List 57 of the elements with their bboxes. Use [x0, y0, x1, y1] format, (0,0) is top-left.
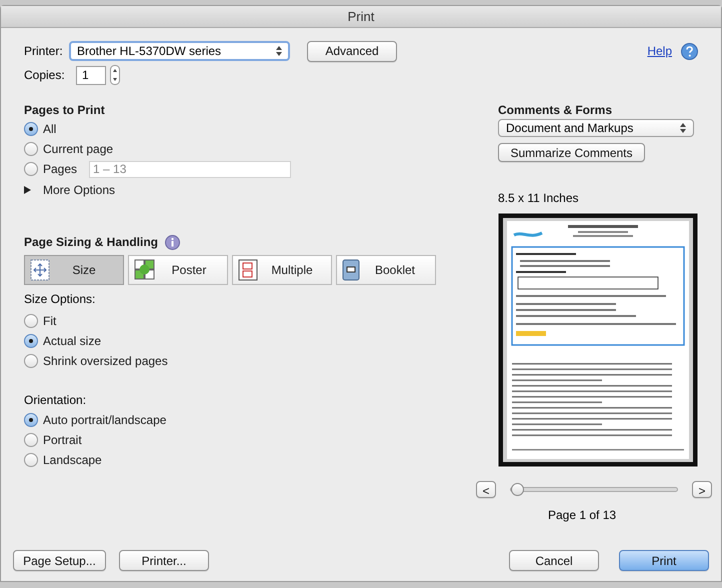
tiled-pages-icon [134, 259, 156, 281]
size-options-label: Size Options: [24, 291, 96, 308]
section-title: Pages to Print [24, 102, 106, 119]
stepper-icon[interactable] [110, 65, 120, 85]
radio-button[interactable] [24, 122, 38, 136]
copies-field[interactable]: 1 [76, 66, 106, 84]
printer-label: Printer: [24, 43, 64, 60]
radio-button[interactable] [24, 453, 38, 467]
sizing-tab[interactable]: Poster [128, 255, 228, 285]
stacked-pages-icon [238, 259, 258, 281]
previous-page-button[interactable]: < [476, 481, 496, 498]
updown-icon [680, 123, 686, 133]
radio-label: Shrink oversized pages [43, 353, 168, 370]
booklet-icon [342, 259, 360, 281]
radio-button[interactable] [24, 433, 38, 447]
sizing-tab[interactable]: Multiple [232, 255, 332, 285]
print-button[interactable]: Print [619, 550, 709, 571]
page-indicator: Page 1 of 13 [548, 507, 618, 524]
comments-dropdown[interactable]: Document and Markups [498, 119, 694, 137]
advanced-button[interactable]: Advanced [307, 40, 397, 62]
radio-button[interactable] [24, 354, 38, 368]
radio-label: Fit [43, 313, 56, 330]
copies-label: Copies: [24, 67, 66, 84]
radio-button[interactable] [24, 413, 38, 427]
pages-range-field[interactable]: 1 – 13 [89, 160, 292, 178]
resize-arrows-icon [30, 259, 50, 281]
help-icon[interactable] [681, 42, 698, 60]
radio-label: Current page [43, 141, 114, 158]
orientation-label: Orientation: [24, 392, 88, 409]
paper-size-label: 8.5 x 11 Inches [498, 190, 580, 207]
radio-label: Pages [43, 161, 78, 178]
sizing-tab[interactable]: Booklet [336, 255, 436, 285]
disclosure-triangle-icon [24, 186, 31, 194]
more-options-disclosure[interactable]: More Options [24, 180, 440, 200]
section-title: Page Sizing & Handling [24, 234, 158, 251]
info-icon[interactable] [165, 234, 180, 250]
updown-icon [276, 46, 282, 56]
page-setup-button[interactable]: Page Setup... [13, 550, 106, 571]
summarize-comments-button[interactable]: Summarize Comments [498, 143, 645, 162]
sizing-tab[interactable]: Size [24, 255, 124, 285]
printer-dropdown[interactable]: Brother HL-5370DW series [69, 41, 290, 61]
radio-label: Auto portrait/landscape [43, 412, 166, 429]
radio-button[interactable] [24, 162, 38, 176]
radio-label: All [43, 121, 56, 138]
radio-button[interactable] [24, 142, 38, 156]
cancel-button[interactable]: Cancel [509, 550, 599, 571]
help-link[interactable]: Help [647, 42, 672, 60]
printer-button[interactable]: Printer... [119, 550, 209, 571]
slider-thumb[interactable] [511, 483, 524, 496]
radio-label: Portrait [43, 432, 82, 449]
next-page-button[interactable]: > [692, 481, 712, 498]
window-title: Print [348, 8, 374, 26]
radio-label: Landscape [43, 452, 102, 469]
radio-label: Actual size [43, 333, 102, 350]
radio-button[interactable] [24, 334, 38, 348]
section-title: Comments & Forms [498, 102, 614, 119]
radio-button[interactable] [24, 314, 38, 328]
